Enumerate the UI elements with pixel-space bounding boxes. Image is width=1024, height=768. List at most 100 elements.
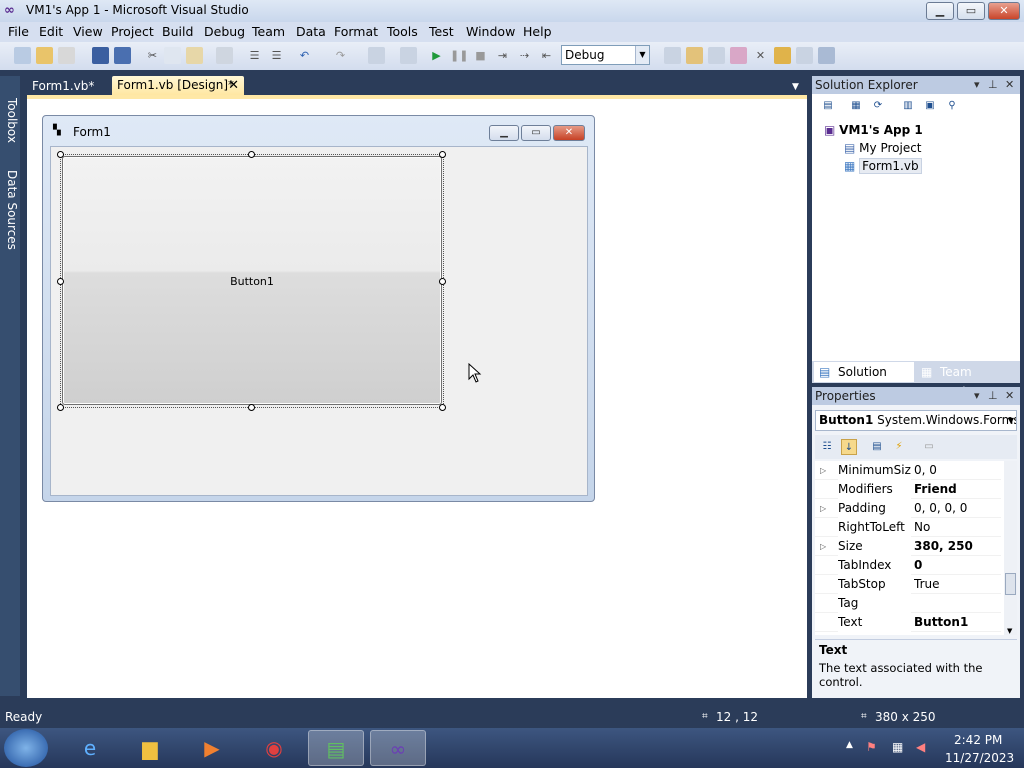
network-icon[interactable]: ▦ [892,740,903,754]
resize-handle-se[interactable] [439,404,446,411]
add-item-icon[interactable] [58,47,75,64]
menu-edit[interactable]: Edit [39,24,63,40]
property-row-tag[interactable]: Tag [815,594,1001,613]
menu-data[interactable]: Data [296,24,326,40]
extension-manager-icon[interactable] [774,47,791,64]
property-grid-scrollbar[interactable]: ▼ [1004,461,1017,635]
resize-handle-s[interactable] [248,404,255,411]
start-page-icon[interactable] [796,47,813,64]
refresh-icon[interactable]: ⟳ [870,98,886,114]
comment-icon[interactable]: ☰ [246,47,263,64]
terminal-app-icon[interactable]: ▤ [308,730,364,766]
menu-format[interactable]: Format [334,24,378,40]
window-layout-icon[interactable] [818,47,835,64]
class-diagram-icon[interactable]: ⚲ [944,98,960,114]
undo-icon[interactable]: ↶ [296,47,313,64]
tab-team-explorer[interactable]: ▦ Team Explo... [916,362,1018,399]
scrollbar-thumb[interactable] [1005,573,1016,595]
menu-build[interactable]: Build [162,24,193,40]
properties-tool-icon[interactable] [708,47,725,64]
scroll-down-icon[interactable]: ▼ [1007,627,1012,635]
start-debugging-icon[interactable]: ▶ [428,47,445,64]
menu-window[interactable]: Window [466,24,515,40]
menu-debug[interactable]: Debug [204,24,245,40]
step-out-icon[interactable]: ⇤ [538,47,555,64]
step-into-icon[interactable]: ⇥ [494,47,511,64]
step-over-icon[interactable]: ⇢ [516,47,533,64]
property-row-modifiers[interactable]: Modifiers Friend [815,480,1001,499]
build-icon[interactable] [400,47,417,64]
toolbox-tool-icon[interactable]: ✕ [752,47,769,64]
property-row-tabstop[interactable]: TabStop True [815,575,1001,594]
object-browser-icon[interactable] [730,47,747,64]
toolbox-tab[interactable]: Toolbox [1,98,19,143]
events-icon[interactable]: ⚡ [891,439,907,455]
pin-icon[interactable]: ⊥ [988,76,998,94]
maximize-button[interactable]: ▭ [957,2,985,20]
property-row-text[interactable]: Text Button1 [815,613,1001,632]
properties-dropdown-icon[interactable]: ▾ [974,387,980,405]
resize-handle-ne[interactable] [439,151,446,158]
tab-form1-design[interactable]: Form1.vb [Design]* ✕ [112,76,244,95]
internet-explorer-icon[interactable]: e [62,730,118,766]
expand-icon[interactable]: ▷ [820,499,826,518]
redo-icon[interactable]: ↷ [332,47,349,64]
menu-project[interactable]: Project [111,24,154,40]
property-row-size[interactable]: ▷ Size 380, 250 [815,537,1001,556]
resize-handle-nw[interactable] [57,151,64,158]
properties-view-icon[interactable]: ▤ [869,439,885,455]
object-selector-dropdown[interactable]: Button1 System.Windows.Forms.E ▼ [815,410,1017,431]
view-designer-icon[interactable]: ▣ [922,98,938,114]
menu-test[interactable]: Test [429,24,454,40]
resize-handle-n[interactable] [248,151,255,158]
show-all-files-icon[interactable]: ▤ [820,98,836,114]
tree-my-project-row[interactable]: ▤ My Project [844,140,922,156]
minimize-button[interactable]: ▁ [926,2,954,20]
properties-icon[interactable]: ▦ [848,98,864,114]
start-button[interactable] [4,729,48,767]
new-project-icon[interactable] [14,47,31,64]
menu-file[interactable]: File [8,24,29,40]
resize-handle-e[interactable] [439,278,446,285]
panel-dropdown-icon[interactable]: ▾ [974,76,980,94]
stop-icon[interactable]: ■ [472,47,489,64]
solution-explorer-tool-icon[interactable] [686,47,703,64]
property-row-minimumsize[interactable]: ▷ MinimumSize 0, 0 [815,461,1001,480]
clock-date[interactable]: 11/27/2023 [945,751,1014,765]
navigate-icon[interactable] [368,47,385,64]
find-in-files-icon[interactable] [664,47,681,64]
show-hidden-icons-icon[interactable]: ▲ [846,740,853,750]
visual-studio-taskbar-icon[interactable]: ∞ [370,730,426,766]
data-sources-tab[interactable]: Data Sources [1,170,19,250]
categorized-icon[interactable]: ☷ [819,439,835,455]
file-explorer-icon[interactable]: ▆ [122,730,178,766]
property-row-tabindex[interactable]: TabIndex 0 [815,556,1001,575]
menu-view[interactable]: View [73,24,103,40]
find-icon[interactable] [216,47,233,64]
solution-configuration-dropdown[interactable]: Debug ▼ [561,45,650,65]
tree-form1-row[interactable]: ▦ Form1.vb [844,158,922,174]
clock-time[interactable]: 2:42 PM [954,733,1002,747]
property-pages-icon[interactable]: ▭ [921,439,937,455]
tab-dropdown-icon[interactable]: ▼ [792,82,799,92]
panel-close-icon[interactable]: ✕ [1005,76,1014,94]
tab-solution-explorer[interactable]: ▤ Solution Ex... [814,362,914,399]
expand-icon[interactable]: ▷ [820,461,826,480]
volume-icon[interactable]: ◀ [916,740,925,754]
close-button[interactable]: ✕ [988,2,1020,20]
view-code-icon[interactable]: ▥ [900,98,916,114]
paste-icon[interactable] [186,47,203,64]
menu-tools[interactable]: Tools [387,24,418,40]
cut-icon[interactable]: ✂ [144,47,161,64]
alphabetical-icon[interactable]: ↓ [841,439,857,455]
media-player-icon[interactable]: ▶ [184,730,240,766]
tab-form1-code[interactable]: Form1.vb* [26,77,112,95]
resize-handle-w[interactable] [57,278,64,285]
property-row-padding[interactable]: ▷ Padding 0, 0, 0, 0 [815,499,1001,518]
expand-icon[interactable]: ▷ [820,537,826,556]
close-tab-icon[interactable]: ✕ [228,76,239,95]
properties-close-icon[interactable]: ✕ [1005,387,1014,405]
properties-pin-icon[interactable]: ⊥ [988,387,998,405]
action-center-icon[interactable]: ⚑ [866,740,877,754]
save-icon[interactable] [92,47,109,64]
